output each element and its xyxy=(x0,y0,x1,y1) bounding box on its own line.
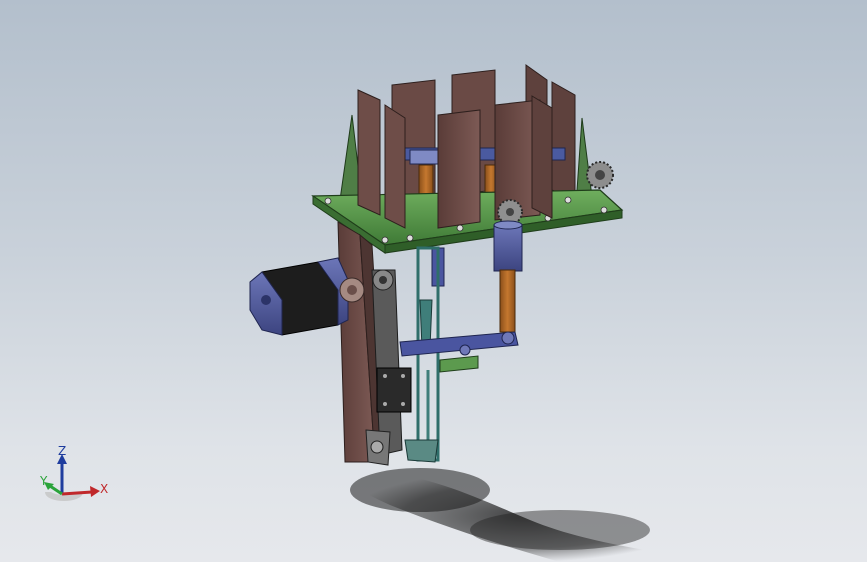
right-gear[interactable] xyxy=(586,161,614,189)
lower-actuator[interactable] xyxy=(493,220,523,333)
x-axis-arrow xyxy=(90,486,100,497)
slide-block[interactable] xyxy=(376,367,412,413)
x-axis-line xyxy=(61,490,93,496)
x-axis-label: X xyxy=(100,482,109,496)
axis-triad[interactable]: Z X Y xyxy=(30,440,120,510)
y-axis-label: Y xyxy=(40,474,48,488)
green-lower-bracket xyxy=(439,355,479,373)
cad-viewport[interactable]: Z X Y xyxy=(0,0,867,562)
assembly-model[interactable] xyxy=(0,0,867,562)
front-gear[interactable] xyxy=(497,199,523,225)
z-axis-label: Z xyxy=(58,444,67,458)
floor-shadow xyxy=(349,468,700,562)
